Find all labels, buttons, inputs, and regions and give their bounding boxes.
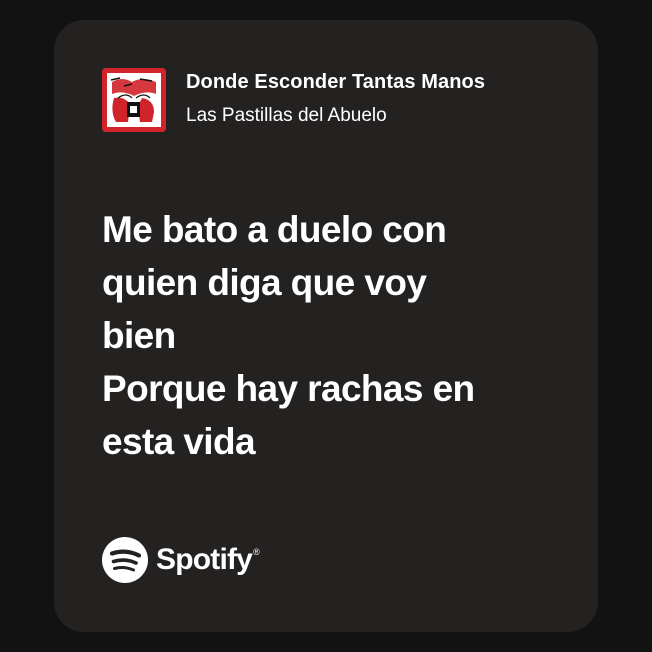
registered-mark: ® (253, 547, 260, 557)
lyric-line: bien (102, 315, 176, 356)
spotify-wordmark: Spotify® (156, 543, 260, 577)
lyric-line: Porque hay rachas en (102, 368, 475, 409)
lyric-line: quien diga que voy (102, 262, 427, 303)
album-cover (102, 68, 166, 132)
lyrics-text: Me bato a duelo con quien diga que voy b… (102, 203, 542, 468)
lyric-line: esta vida (102, 421, 256, 462)
spotify-logo-icon (102, 537, 148, 583)
album-cover-art (102, 68, 166, 132)
spotify-brand: Spotify® (102, 536, 260, 584)
track-title: Donde Esconder Tantas Manos (186, 71, 486, 93)
lyrics-share-card: Donde Esconder Tantas Manos Las Pastilla… (54, 20, 598, 632)
track-artist: Las Pastillas del Abuelo (186, 105, 387, 126)
lyric-line: Me bato a duelo con (102, 209, 447, 250)
brand-name: Spotify (156, 543, 253, 576)
